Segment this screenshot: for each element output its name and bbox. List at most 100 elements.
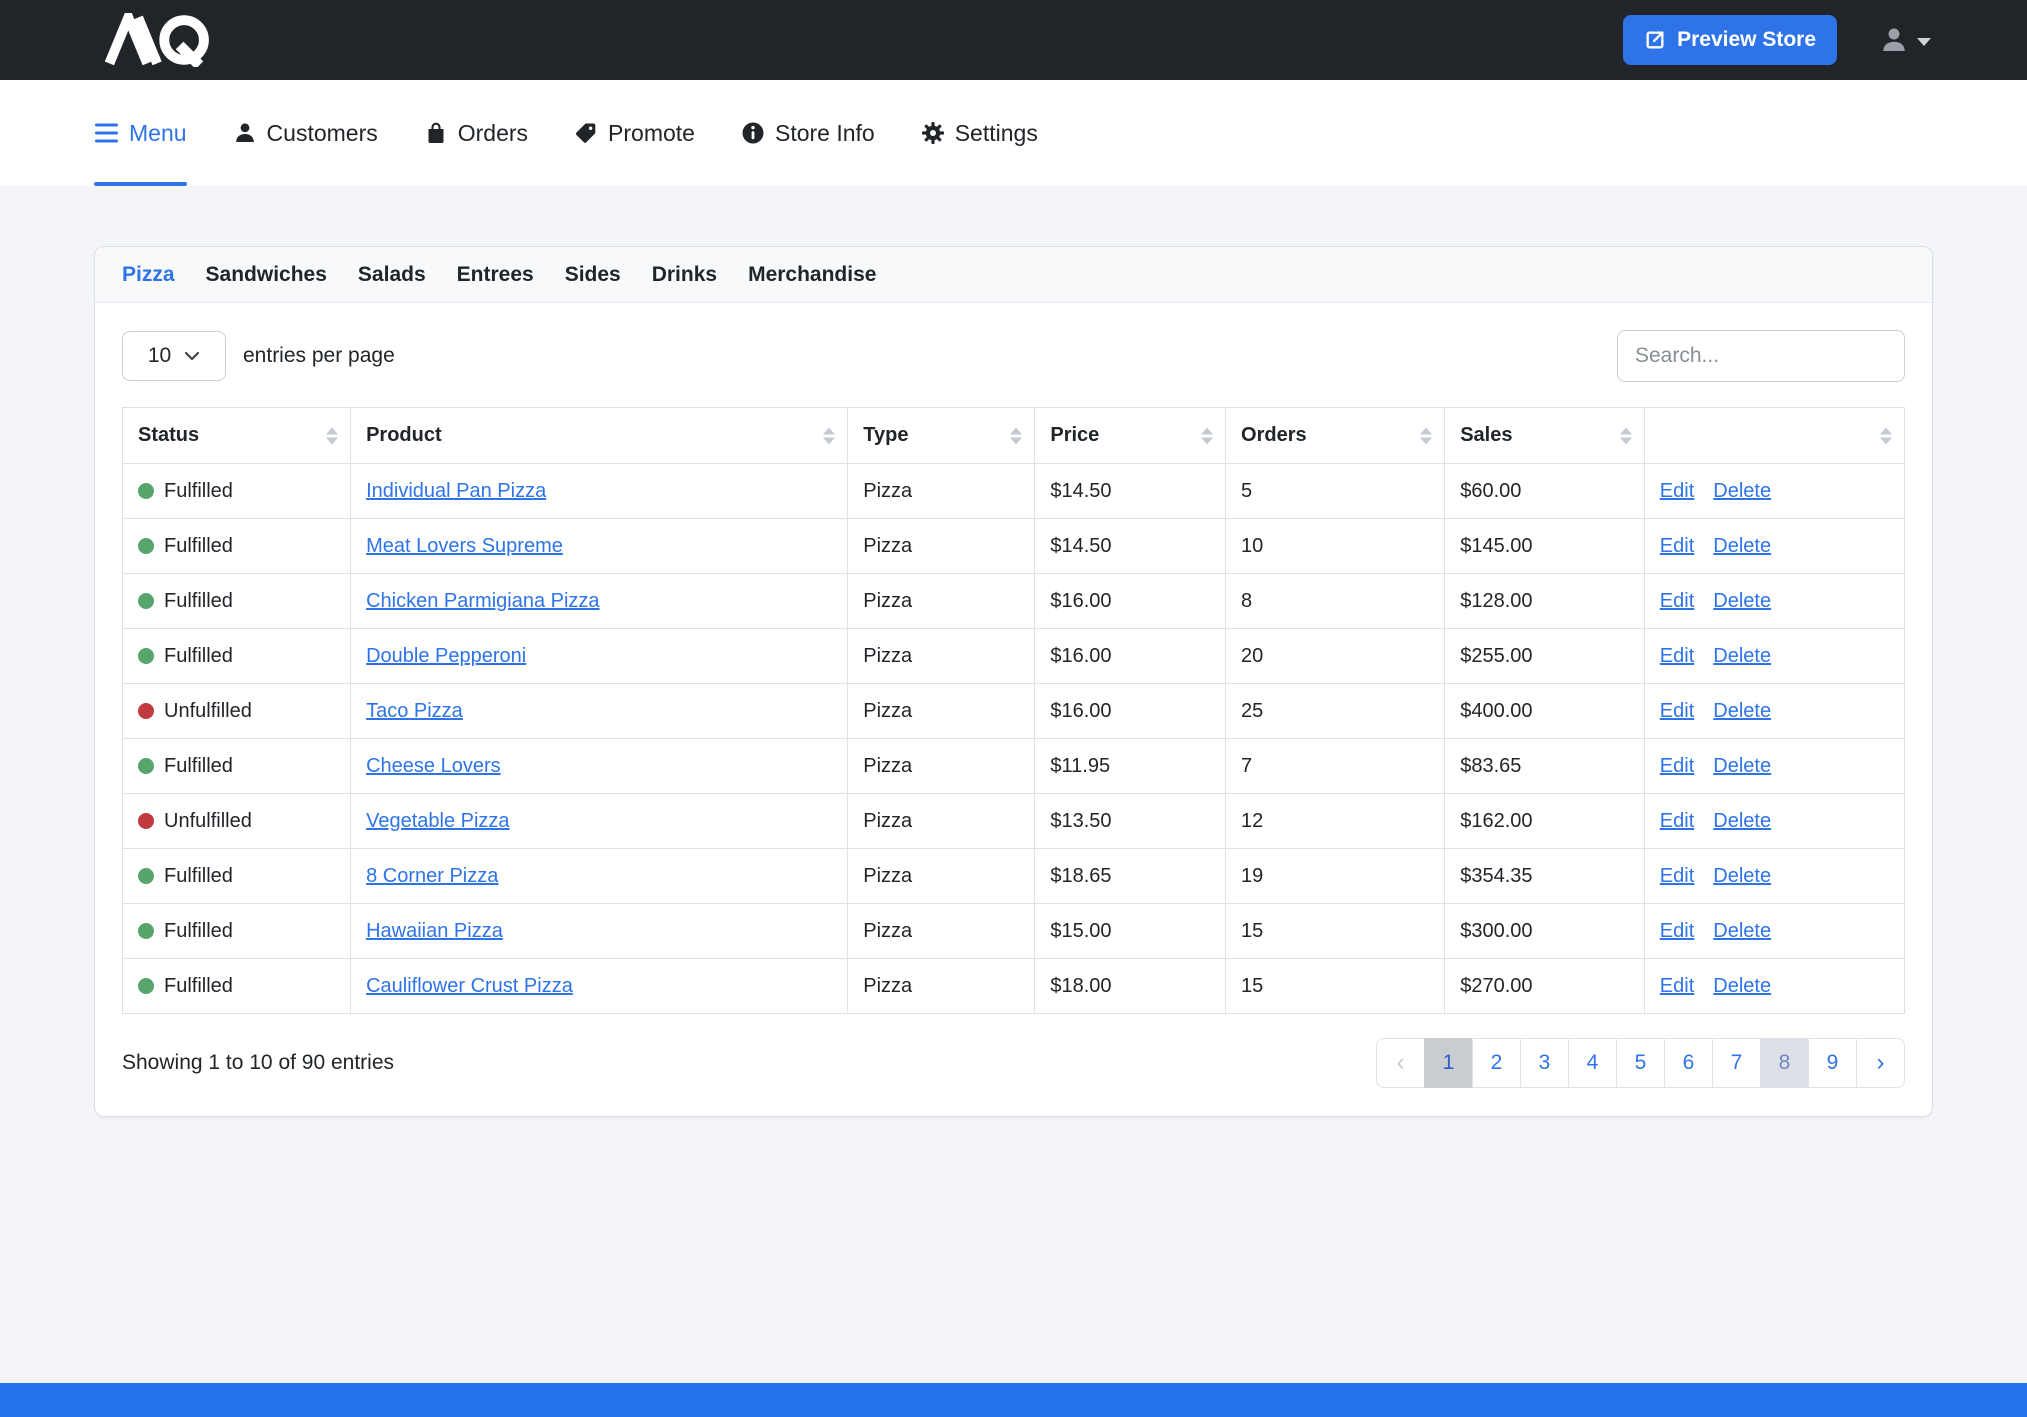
sort-arrows-icon [1010,427,1022,444]
column-header-sales[interactable]: Sales [1445,408,1645,464]
edit-link[interactable]: Edit [1660,535,1694,557]
column-label: Product [366,424,442,446]
nav-label: Orders [458,120,528,147]
status-label: Fulfilled [164,480,233,503]
entries-per-page-select[interactable]: 10 [122,331,226,381]
product-link[interactable]: Taco Pizza [366,700,463,722]
edit-link[interactable]: Edit [1660,755,1694,777]
column-label: Status [138,424,199,446]
pagination-page-5[interactable]: 5 [1616,1038,1665,1088]
edit-link[interactable]: Edit [1660,645,1694,667]
product-link[interactable]: Cheese Lovers [366,755,501,777]
type-value: Pizza [863,590,912,612]
column-header-price[interactable]: Price [1035,408,1226,464]
delete-link[interactable]: Delete [1713,755,1771,777]
delete-link[interactable]: Delete [1713,975,1771,997]
table-header-row: Status Product TypePriceOrdersSales [123,408,1905,464]
pagination-prev-button[interactable]: ‹ [1376,1038,1425,1088]
nav-item-store-info[interactable]: Store Info [741,80,875,186]
product-link[interactable]: Chicken Parmigiana Pizza [366,590,599,612]
edit-link[interactable]: Edit [1660,590,1694,612]
pagination: ‹123456789› [1376,1038,1905,1088]
table-row: Fulfilled Hawaiian Pizza Pizza $15.00 15… [123,904,1905,959]
pagination-next-button[interactable]: › [1856,1038,1905,1088]
search-input[interactable] [1617,330,1905,382]
pagination-page-2[interactable]: 2 [1472,1038,1521,1088]
column-header-status[interactable]: Status [123,408,351,464]
table-row: Fulfilled Cheese Lovers Pizza $11.95 7 $… [123,739,1905,794]
table-row: Unfulfilled Vegetable Pizza Pizza $13.50… [123,794,1905,849]
status-cell: Fulfilled [138,590,335,613]
status-dot-icon [138,978,154,994]
tab-salads[interactable]: Salads [358,263,426,287]
status-label: Unfulfilled [164,810,252,833]
pagination-page-3[interactable]: 3 [1520,1038,1569,1088]
table-row: Unfulfilled Taco Pizza Pizza $16.00 25 $… [123,684,1905,739]
edit-link[interactable]: Edit [1660,920,1694,942]
preview-store-button[interactable]: Preview Store [1623,15,1837,65]
column-header-type[interactable]: Type [848,408,1035,464]
delete-link[interactable]: Delete [1713,865,1771,887]
column-header-product[interactable]: Product [351,408,848,464]
pagination-page-6[interactable]: 6 [1664,1038,1713,1088]
caret-down-icon [1917,38,1931,46]
delete-link[interactable]: Delete [1713,810,1771,832]
pagination-page-4[interactable]: 4 [1568,1038,1617,1088]
tab-drinks[interactable]: Drinks [652,263,717,287]
nav-item-customers[interactable]: Customers [233,80,378,186]
edit-link[interactable]: Edit [1660,975,1694,997]
status-label: Fulfilled [164,755,233,778]
edit-link[interactable]: Edit [1660,700,1694,722]
delete-link[interactable]: Delete [1713,535,1771,557]
price-value: $14.50 [1050,480,1111,502]
product-link[interactable]: 8 Corner Pizza [366,865,498,887]
table-row: Fulfilled Cauliflower Crust Pizza Pizza … [123,959,1905,1014]
status-label: Fulfilled [164,645,233,668]
nav-item-orders[interactable]: Orders [424,80,528,186]
product-link[interactable]: Hawaiian Pizza [366,920,503,942]
delete-link[interactable]: Delete [1713,645,1771,667]
tab-merchandise[interactable]: Merchandise [748,263,876,287]
status-dot-icon [138,648,154,664]
pagination-page-1[interactable]: 1 [1424,1038,1473,1088]
orders-value: 5 [1241,480,1252,502]
table-controls: 10 entries per page [95,303,1932,407]
user-account-menu[interactable] [1879,25,1931,55]
tab-entrees[interactable]: Entrees [457,263,534,287]
product-link[interactable]: Individual Pan Pizza [366,480,546,502]
products-table-wrap: Status Product TypePriceOrdersSales Fulfil… [95,407,1932,1014]
tab-sandwiches[interactable]: Sandwiches [206,263,327,287]
nav-item-menu[interactable]: Menu [94,80,187,186]
delete-link[interactable]: Delete [1713,920,1771,942]
pagination-page-7[interactable]: 7 [1712,1038,1761,1088]
nav-item-settings[interactable]: Settings [921,80,1038,186]
status-label: Fulfilled [164,590,233,613]
edit-link[interactable]: Edit [1660,810,1694,832]
nav-item-promote[interactable]: Promote [574,80,695,186]
product-link[interactable]: Meat Lovers Supreme [366,535,563,557]
tab-pizza[interactable]: Pizza [122,263,175,287]
status-dot-icon [138,868,154,884]
product-link[interactable]: Double Pepperoni [366,645,526,667]
edit-link[interactable]: Edit [1660,865,1694,887]
brand-logo[interactable] [88,13,228,67]
status-cell: Fulfilled [138,920,335,943]
column-header-orders[interactable]: Orders [1226,408,1445,464]
pagination-page-9[interactable]: 9 [1808,1038,1857,1088]
column-header-actions[interactable] [1644,408,1904,464]
type-value: Pizza [863,700,912,722]
status-dot-icon [138,923,154,939]
edit-link[interactable]: Edit [1660,480,1694,502]
pagination-page-8[interactable]: 8 [1760,1038,1809,1088]
tab-sides[interactable]: Sides [565,263,621,287]
nav-label: Menu [129,120,187,147]
product-link[interactable]: Cauliflower Crust Pizza [366,975,573,997]
product-link[interactable]: Vegetable Pizza [366,810,509,832]
user-avatar-icon [1879,25,1909,55]
delete-link[interactable]: Delete [1713,700,1771,722]
status-cell: Fulfilled [138,480,335,503]
delete-link[interactable]: Delete [1713,480,1771,502]
status-dot-icon [138,703,154,719]
sales-value: $83.65 [1460,755,1521,777]
delete-link[interactable]: Delete [1713,590,1771,612]
